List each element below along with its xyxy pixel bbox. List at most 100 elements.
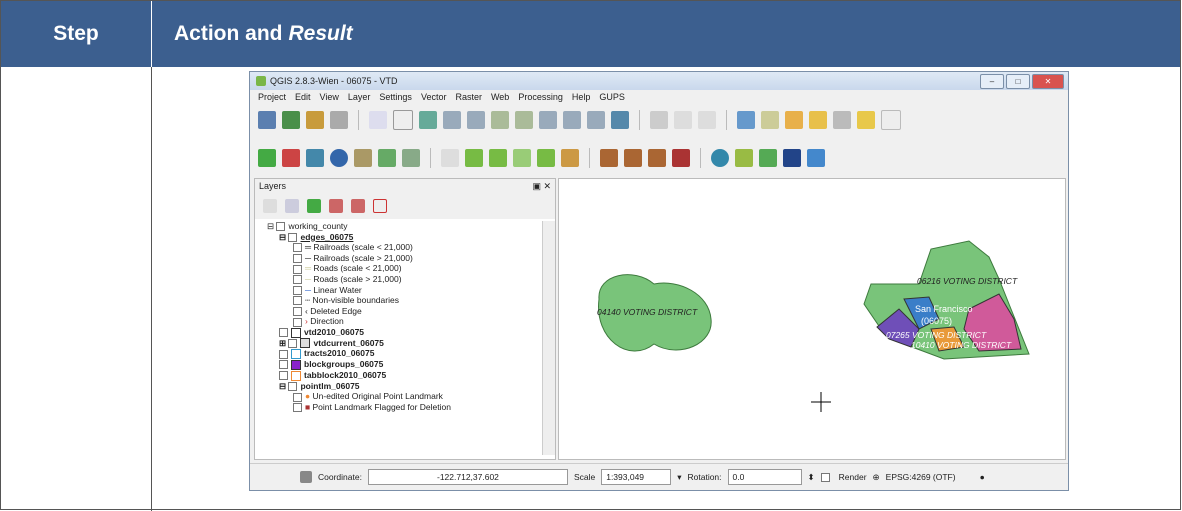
gups-check-1-icon[interactable] — [465, 149, 483, 167]
gups-tool-8-icon[interactable] — [441, 149, 459, 167]
gups-tool-17-icon[interactable] — [672, 149, 690, 167]
gups-check-2-icon[interactable] — [489, 149, 507, 167]
layer-item[interactable]: ⊟ pointlm_06075 — [259, 381, 541, 392]
layer-item[interactable]: ─ Roads (scale > 21,000) — [259, 274, 541, 285]
action-icon[interactable] — [761, 111, 779, 129]
scale-field[interactable]: 1:393,049 — [601, 469, 672, 485]
measure-line-icon[interactable] — [833, 111, 851, 129]
map-canvas[interactable]: 04140 VOTING DISTRICT 06216 VOTING DISTR… — [558, 178, 1066, 460]
menu-help[interactable]: Help — [572, 92, 591, 102]
gups-table-icon[interactable] — [354, 149, 372, 167]
gups-tool-20-icon[interactable] — [759, 149, 777, 167]
expand-all-icon[interactable] — [329, 199, 343, 213]
layer-item[interactable]: ■ Point Landmark Flagged for Deletion — [259, 402, 541, 413]
filter-icon[interactable] — [307, 199, 321, 213]
gups-tool-14-icon[interactable] — [600, 149, 618, 167]
gups-check-5-icon[interactable] — [561, 149, 579, 167]
gups-tool-16-icon[interactable] — [648, 149, 666, 167]
rotation-spinner-icon[interactable]: ⬍ — [808, 472, 815, 483]
zoom-layer-icon[interactable] — [539, 111, 557, 129]
select-features-icon[interactable] — [785, 111, 803, 129]
layer-item[interactable]: ‹ Deleted Edge — [259, 306, 541, 317]
minimize-button[interactable]: – — [980, 74, 1004, 89]
pan-hand-icon[interactable] — [393, 110, 413, 130]
gups-tool-19-icon[interactable] — [735, 149, 753, 167]
identify-icon[interactable] — [737, 111, 755, 129]
map-label-county: San Francisco — [915, 304, 973, 314]
panel-float-close-icon[interactable]: ▣ ✕ — [532, 181, 551, 192]
menu-vector[interactable]: Vector — [421, 92, 447, 102]
layer-item[interactable]: ═ Roads (scale < 21,000) — [259, 263, 541, 274]
layer-item[interactable]: vtd2010_06075 — [259, 327, 541, 338]
text-annotation-icon[interactable] — [881, 110, 901, 130]
layer-item[interactable]: tracts2010_06075 — [259, 348, 541, 360]
remove-layer-icon[interactable] — [373, 199, 387, 213]
menu-project[interactable]: Project — [258, 92, 286, 102]
layer-item[interactable]: ● Un-edited Original Point Landmark — [259, 391, 541, 402]
crs-label[interactable]: EPSG:4269 (OTF) — [886, 472, 956, 482]
menu-web[interactable]: Web — [491, 92, 509, 102]
layer-item[interactable]: ⊟ edges_06075 — [259, 232, 541, 243]
gups-globe-icon[interactable] — [711, 149, 729, 167]
layer-item[interactable]: ⊞ vtdcurrent_06075 — [259, 338, 541, 349]
flag-icon[interactable] — [783, 149, 801, 167]
scale-dropdown-icon[interactable]: ▾ — [677, 472, 681, 483]
layer-item[interactable]: › Direction — [259, 316, 541, 327]
gups-tool-15-icon[interactable] — [624, 149, 642, 167]
zoom-last-icon[interactable] — [563, 111, 581, 129]
layer-item[interactable]: blockgroups_06075 — [259, 359, 541, 370]
layer-item[interactable]: ⊟ working_county — [259, 221, 541, 232]
menu-raster[interactable]: Raster — [455, 92, 482, 102]
expression-icon[interactable] — [809, 111, 827, 129]
gups-check-4-icon[interactable] — [537, 149, 555, 167]
layer-item[interactable]: ┄ Non-visible boundaries — [259, 295, 541, 306]
zoom-selection-icon[interactable] — [515, 111, 533, 129]
redo-icon[interactable] — [698, 111, 716, 129]
crs-icon[interactable]: ⊕ — [873, 472, 880, 483]
undo-icon[interactable] — [674, 111, 692, 129]
edit-pencil-icon[interactable] — [306, 111, 324, 129]
menu-edit[interactable]: Edit — [295, 92, 311, 102]
save-project-icon[interactable] — [258, 111, 276, 129]
digitize-icon[interactable] — [330, 111, 348, 129]
layer-item[interactable]: ─ Railroads (scale > 21,000) — [259, 253, 541, 264]
layers-panel: Layers ▣ ✕ ⊟ working_county ⊟ edges_0607… — [254, 178, 556, 460]
pan-selection-icon[interactable] — [419, 111, 437, 129]
layer-tree-scrollbar[interactable] — [542, 221, 555, 455]
menu-layer[interactable]: Layer — [348, 92, 371, 102]
menu-settings[interactable]: Settings — [379, 92, 412, 102]
eye-icon[interactable] — [285, 199, 299, 213]
menu-gups[interactable]: GUPS — [599, 92, 625, 102]
coordinate-field[interactable]: -122.712,37.602 — [367, 469, 568, 485]
rotation-field[interactable]: 0.0 — [727, 469, 802, 485]
layer-style-icon[interactable] — [263, 199, 277, 213]
column-divider — [151, 67, 152, 511]
refresh-icon[interactable] — [611, 111, 629, 129]
zoom-in-icon[interactable] — [443, 111, 461, 129]
gups-tool-3-icon[interactable] — [306, 149, 324, 167]
messages-icon[interactable]: ● — [980, 472, 985, 482]
gups-tool-6-icon[interactable] — [378, 149, 396, 167]
gups-tool-1-icon[interactable] — [258, 149, 276, 167]
measure-icon[interactable] — [650, 111, 668, 129]
close-button[interactable]: ✕ — [1032, 74, 1064, 89]
menu-processing[interactable]: Processing — [518, 92, 563, 102]
gups-tool-22-icon[interactable] — [807, 149, 825, 167]
zoom-out-icon[interactable] — [467, 111, 485, 129]
layer-item[interactable]: ─ Linear Water — [259, 285, 541, 296]
zoom-next-icon[interactable] — [587, 111, 605, 129]
new-layer-icon[interactable] — [282, 111, 300, 129]
layer-item[interactable]: ═ Railroads (scale < 21,000) — [259, 242, 541, 253]
collapse-all-icon[interactable] — [351, 199, 365, 213]
gups-check-3-icon[interactable] — [513, 149, 531, 167]
render-checkbox[interactable] — [820, 472, 830, 482]
gups-search-icon[interactable] — [330, 149, 348, 167]
gups-tool-7-icon[interactable] — [402, 149, 420, 167]
layer-item[interactable]: tabblock2010_06075 — [259, 370, 541, 381]
gups-tool-2-icon[interactable] — [282, 149, 300, 167]
menu-view[interactable]: View — [320, 92, 339, 102]
select-arrow-icon[interactable] — [369, 111, 387, 129]
maximize-button[interactable]: □ — [1006, 74, 1030, 89]
annotation-icon[interactable] — [857, 111, 875, 129]
zoom-full-icon[interactable] — [491, 111, 509, 129]
